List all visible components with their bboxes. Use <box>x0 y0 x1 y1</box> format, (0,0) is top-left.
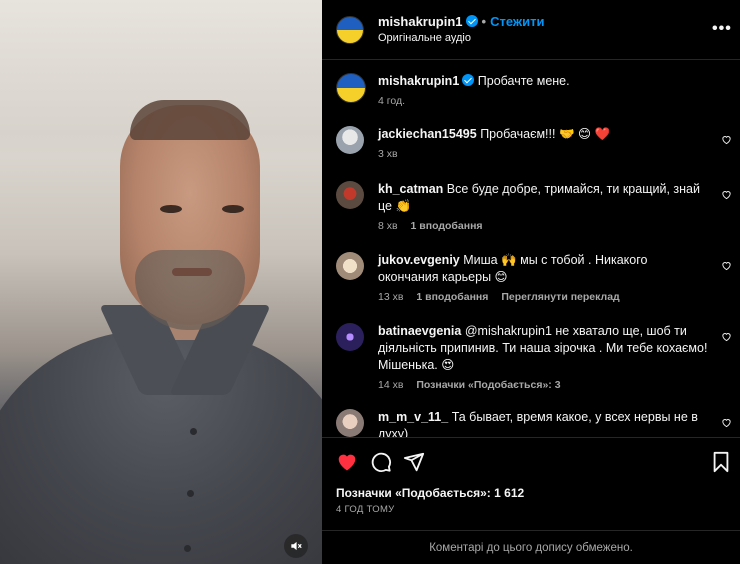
verified-icon <box>465 15 478 27</box>
post-time: 4 ГОД ТОМУ <box>336 504 395 515</box>
separator-dot: • <box>481 14 487 29</box>
comment-time: 3 хв <box>378 148 398 160</box>
comment-username[interactable]: jukov.evgeniy <box>378 253 460 267</box>
comment-like-icon[interactable] <box>721 417 732 428</box>
bookmark-icon[interactable] <box>711 451 731 473</box>
comment-username[interactable]: jackiechan15495 <box>378 127 477 141</box>
comment-likes[interactable]: 1 вподобання <box>416 291 488 303</box>
comment-meta: 8 хв 1 вподобання <box>378 220 493 232</box>
shirt-button <box>187 490 194 497</box>
commenter-avatar[interactable] <box>336 252 364 280</box>
shirt-button <box>184 545 191 552</box>
caption-username[interactable]: mishakrupin1 <box>378 74 459 88</box>
comment-text-line: m_m_v_11_ Та бывает, время какое, у всех… <box>378 409 708 437</box>
translate-link[interactable]: Переглянути переклад <box>501 291 619 303</box>
verified-icon <box>462 74 475 86</box>
comment-like-icon[interactable] <box>721 189 732 200</box>
author-avatar[interactable] <box>336 16 364 44</box>
author-line: mishakrupin1 • Стежити <box>378 14 544 29</box>
caption-text: Пробачте мене. <box>477 74 570 88</box>
video-eye-left <box>160 205 182 213</box>
comment-likes[interactable]: Позначки «Подобається»: 3 <box>416 379 560 391</box>
comment-text-line: kh_catman Все буде добре, тримайся, ти к… <box>378 181 708 215</box>
shirt-button <box>190 428 197 435</box>
comment-meta: 13 хв 1 вподобання Переглянути переклад <box>378 291 630 303</box>
comments-restricted-notice: Коментарі до цього допису обмежено. <box>322 530 740 564</box>
caption-text-line: mishakrupin1 Пробачте мене. <box>378 73 708 90</box>
likes-count[interactable]: Позначки «Подобається»: 1 612 <box>336 486 524 500</box>
caption-time: 4 год. <box>378 95 406 107</box>
share-icon[interactable] <box>403 451 425 473</box>
comment-icon[interactable] <box>370 451 392 473</box>
comment-meta: 14 хв Позначки «Подобається»: 3 <box>378 379 571 391</box>
audio-link[interactable]: Оригінальне аудіо <box>378 32 471 44</box>
comment-likes[interactable]: 1 вподобання <box>411 220 483 232</box>
comment-username[interactable]: m_m_v_11_ <box>378 410 448 424</box>
comment-time: 13 хв <box>378 291 404 303</box>
comment-time: 8 хв <box>378 220 398 232</box>
comment-text-line: jackiechan15495 Пробачаєм!!! 🤝 😊 ❤️ <box>378 126 708 143</box>
mute-icon <box>291 541 302 551</box>
heart-icon[interactable] <box>336 451 358 473</box>
comment-username[interactable]: kh_catman <box>378 182 443 196</box>
post-panel: mishakrupin1 • Стежити Оригінальне аудіо •… <box>322 0 740 564</box>
comment-username[interactable]: batinaevgenia <box>378 324 461 338</box>
post-actions: Позначки «Подобається»: 1 612 4 ГОД ТОМУ <box>322 437 740 543</box>
video-eye-right <box>222 205 244 213</box>
video-mouth <box>172 268 212 276</box>
comment-like-icon[interactable] <box>721 134 732 145</box>
video-hair <box>130 100 250 140</box>
mute-button[interactable] <box>284 534 308 558</box>
comments-list[interactable]: mishakrupin1 Пробачте мене. 4 год. jacki… <box>322 61 740 437</box>
comment-text: Пробачаєм!!! 🤝 😊 ❤️ <box>480 127 611 141</box>
comment-meta: 3 хв <box>378 148 408 160</box>
comment-text-line: batinaevgenia @mishakrupin1 не хватало щ… <box>378 323 708 374</box>
commenter-avatar[interactable] <box>336 181 364 209</box>
commenter-avatar[interactable] <box>336 409 364 437</box>
author-username[interactable]: mishakrupin1 <box>378 14 463 29</box>
post-header: mishakrupin1 • Стежити Оригінальне аудіо •… <box>322 0 740 60</box>
follow-button[interactable]: Стежити <box>490 14 544 29</box>
caption-avatar[interactable] <box>336 73 366 103</box>
comment-text-line: jukov.evgeniy Миша 🙌 мы с тобой . Никако… <box>378 252 708 286</box>
comment-time: 14 хв <box>378 379 404 391</box>
comment-like-icon[interactable] <box>721 331 732 342</box>
more-icon[interactable]: ••• <box>712 20 732 38</box>
comment-like-icon[interactable] <box>721 260 732 271</box>
commenter-avatar[interactable] <box>336 323 364 351</box>
reel-video[interactable] <box>0 0 322 564</box>
commenter-avatar[interactable] <box>336 126 364 154</box>
